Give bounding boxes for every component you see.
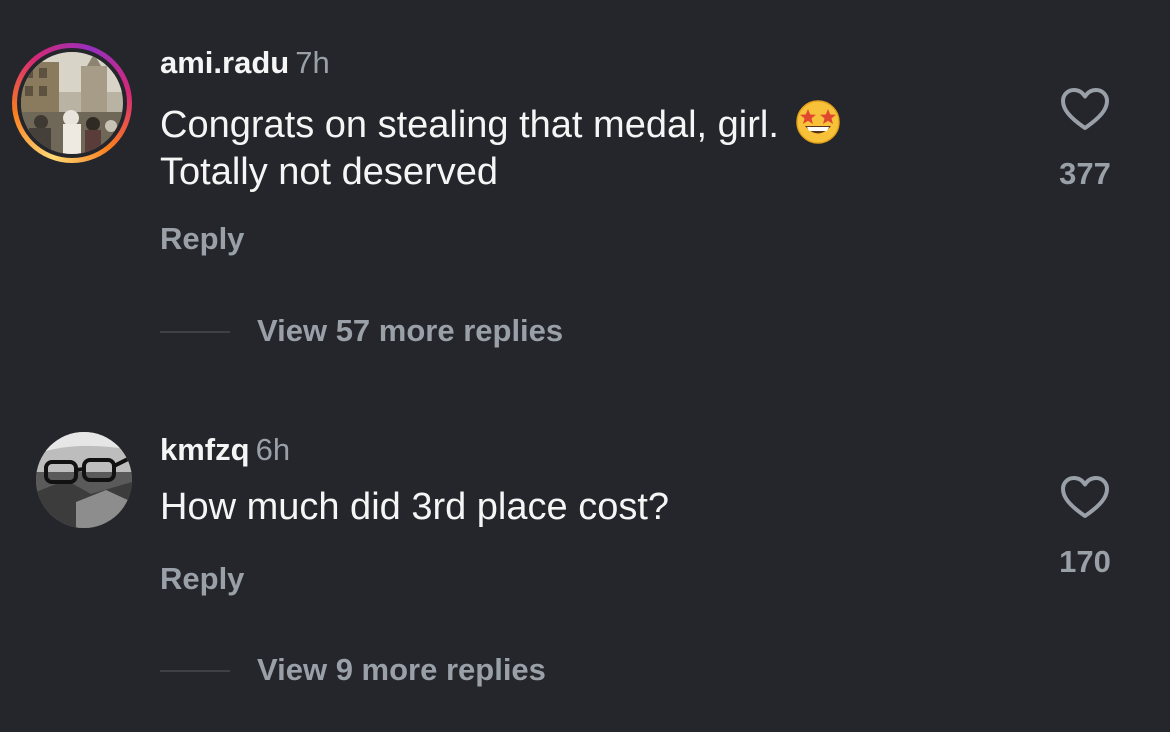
comment-text: Congrats on stealing that medal, girl. T… bbox=[160, 97, 843, 196]
avatar[interactable] bbox=[21, 52, 123, 154]
story-ring[interactable] bbox=[12, 43, 132, 163]
comment-text-line: Totally not deserved bbox=[160, 151, 498, 193]
comments-screen: ami.radu 7h Congrats on stealing that med… bbox=[0, 0, 1170, 732]
timestamp: 6h bbox=[255, 432, 291, 467]
avatar[interactable] bbox=[36, 432, 132, 528]
comment-text-line: Congrats on stealing that medal, girl. bbox=[160, 104, 779, 146]
like-column: 170 bbox=[1025, 474, 1145, 580]
divider bbox=[160, 331, 230, 333]
username[interactable]: ami.radu bbox=[160, 45, 289, 80]
comment-text-line: How much did 3rd place cost? bbox=[160, 486, 670, 528]
divider bbox=[160, 670, 230, 672]
reply-button[interactable]: Reply bbox=[160, 561, 244, 597]
view-more-replies-button[interactable]: View 9 more replies bbox=[160, 650, 620, 690]
comment-header: ami.radu 7h bbox=[160, 45, 330, 81]
view-more-replies-label: View 57 more replies bbox=[257, 313, 564, 348]
like-count: 377 bbox=[1059, 156, 1111, 191]
view-more-replies-button[interactable]: View 57 more replies bbox=[160, 311, 640, 351]
star-struck-emoji-icon bbox=[796, 100, 841, 144]
heart-icon[interactable] bbox=[1059, 474, 1111, 520]
avatar-photo bbox=[36, 432, 132, 528]
comment-header: kmfzq 6h bbox=[160, 432, 290, 468]
view-more-replies-label: View 9 more replies bbox=[257, 652, 546, 687]
timestamp: 7h bbox=[295, 45, 330, 80]
comment-text: How much did 3rd place cost? bbox=[160, 484, 669, 531]
heart-icon[interactable] bbox=[1059, 86, 1111, 132]
username[interactable]: kmfzq bbox=[160, 432, 250, 467]
avatar-photo bbox=[21, 52, 123, 154]
like-column: 377 bbox=[1025, 86, 1145, 192]
like-count: 170 bbox=[1059, 544, 1111, 579]
reply-button[interactable]: Reply bbox=[160, 221, 244, 257]
